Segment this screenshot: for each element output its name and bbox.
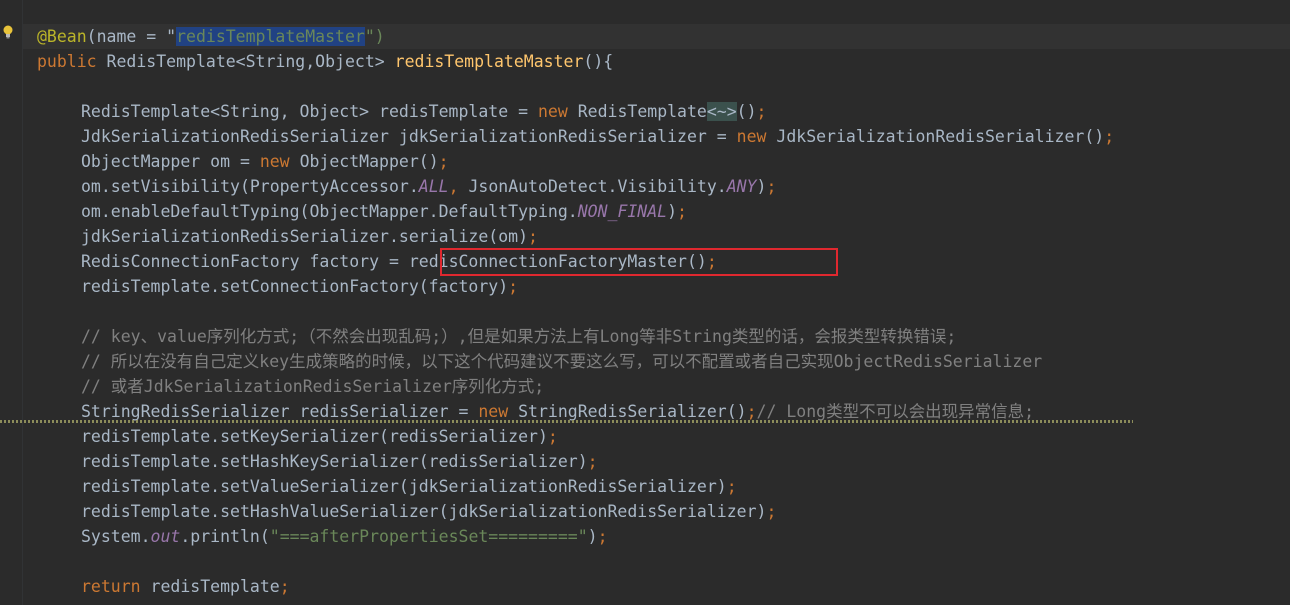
static-field-token: out [150, 527, 181, 546]
semicolon-token: ; [279, 577, 290, 596]
code-token: .println( [180, 527, 270, 546]
annotation-token: @Bean [37, 27, 87, 46]
code-line-5[interactable]: JdkSerializationRedisSerializer jdkSeria… [81, 124, 1114, 149]
semicolon-token: ; [766, 502, 777, 521]
comment-line-14[interactable]: // 所以在没有自己定义key生成策略的时候，以下这个代码建议不要这么写，可以不… [81, 349, 1042, 374]
code-token: ) [667, 202, 678, 221]
keyword-token: new [736, 127, 777, 146]
keyword-token: new [537, 102, 578, 121]
semicolon-token: ; [677, 202, 687, 221]
code-token: StringRedisSerializer redisSerializer = [81, 402, 479, 421]
code-token: JdkSerializationRedisSerializer jdkSeria… [81, 127, 737, 146]
semicolon-token: ; [746, 402, 757, 421]
code-token: StringRedisSerializer() [518, 402, 747, 421]
code-token: redisTemplate.setValueSerializer(jdkSeri… [81, 477, 727, 496]
semicolon-token: ; [1104, 127, 1115, 146]
warning-underline [0, 420, 1133, 423]
semicolon-token: ; [766, 177, 777, 196]
code-line-11[interactable]: redisTemplate.setConnectionFactory(facto… [81, 274, 518, 299]
code-line-20[interactable]: redisTemplate.setHashValueSerializer(jdk… [81, 499, 776, 524]
code-line-1[interactable]: @Bean(name = "redisTemplateMaster") [37, 24, 385, 49]
lightbulb-icon[interactable] [2, 25, 14, 39]
code-line-19[interactable]: redisTemplate.setValueSerializer(jdkSeri… [81, 474, 737, 499]
keyword-token: new [259, 152, 300, 171]
code-line-6[interactable]: ObjectMapper om = new ObjectMapper(); [81, 149, 449, 174]
code-token: redisTemplate.setConnectionFactory(facto… [81, 277, 509, 296]
code-editor[interactable]: @Bean(name = "redisTemplateMaster") publ… [0, 0, 1290, 605]
comma-token: , [448, 177, 469, 196]
semicolon-token: ; [597, 527, 608, 546]
keyword-token: new [478, 402, 519, 421]
method-name-token: redisTemplateMaster [394, 52, 584, 71]
inline-comment-token: // Long类型不可以会出现异常信息; [756, 402, 1035, 421]
code-line-18[interactable]: redisTemplate.setHashKeySerializer(redis… [81, 449, 598, 474]
code-token: (){ [583, 52, 614, 71]
code-line-7[interactable]: om.setVisibility(PropertyAccessor.ALL, J… [81, 174, 776, 199]
code-token: System. [81, 527, 151, 546]
code-token: redisTemplate [150, 577, 280, 596]
semicolon-token: ; [528, 227, 538, 246]
code-line-9[interactable]: jdkSerializationRedisSerializer.serializ… [81, 224, 538, 249]
string-token: "===afterPropertiesSet=========" [269, 527, 588, 546]
code-token: ) [756, 177, 767, 196]
code-line-17[interactable]: redisTemplate.setKeySerializer(redisSeri… [81, 424, 558, 449]
gutter-divider [22, 0, 23, 605]
static-field-token: NON_FINAL [577, 202, 668, 221]
semicolon-token: ; [547, 427, 558, 446]
code-line-8[interactable]: om.enableDefaultTyping(ObjectMapper.Defa… [81, 199, 687, 224]
code-token: redisTemplate.setHashKeySerializer(redis… [81, 452, 588, 471]
diamond-fold-hint[interactable]: <~> [706, 102, 737, 121]
code-token: RedisTemplate [577, 102, 707, 121]
code-line-4[interactable]: RedisTemplate<String, Object> redisTempl… [81, 99, 766, 124]
code-token: JsonAutoDetect.Visibility. [468, 177, 727, 196]
selected-string-token: redisTemplateMaster [176, 27, 365, 46]
semicolon-token: ; [508, 277, 519, 296]
code-token: ) [587, 527, 598, 546]
highlight-annotation-box [440, 248, 838, 276]
code-token: RedisConnectionFactory factory = [81, 252, 409, 271]
code-token: JdkSerializationRedisSerializer() [776, 127, 1105, 146]
code-token: om.setVisibility(PropertyAccessor. [81, 177, 419, 196]
code-token: redisTemplate.setHashValueSerializer(jdk… [81, 502, 767, 521]
code-line-21[interactable]: System.out.println("===afterPropertiesSe… [81, 524, 608, 549]
string-token: ") [364, 27, 385, 46]
editor-gutter [0, 0, 22, 605]
code-token: jdkSerializationRedisSerializer.serializ… [81, 227, 529, 246]
code-line-2[interactable]: public RedisTemplate<String,Object> redi… [37, 49, 613, 74]
comment-line-15[interactable]: // 或者JdkSerializationRedisSerializer序列化方… [81, 374, 544, 399]
keyword-token: return [81, 577, 151, 596]
static-field-token: ANY [726, 177, 757, 196]
semicolon-token: ; [438, 152, 449, 171]
code-token: RedisTemplate<String, Object> redisTempl… [81, 102, 538, 121]
code-token: ObjectMapper om = [81, 152, 260, 171]
semicolon-token: ; [756, 102, 767, 121]
semicolon-token: ; [726, 477, 737, 496]
code-token: () [736, 102, 757, 121]
code-line-23[interactable]: return redisTemplate; [81, 574, 290, 599]
code-token: om.enableDefaultTyping(ObjectMapper.Defa… [81, 202, 578, 221]
keyword-token: public [37, 52, 107, 71]
code-token: redisTemplate.setKeySerializer(redisSeri… [81, 427, 548, 446]
code-token: RedisTemplate<String,Object> [106, 52, 395, 71]
semicolon-token: ; [587, 452, 598, 471]
static-field-token: ALL [418, 177, 449, 196]
code-token: ObjectMapper() [299, 152, 439, 171]
code-token: (name = " [86, 27, 177, 46]
comment-line-13[interactable]: // key、value序列化方式;（不然会出现乱码;）,但是如果方法上有Lon… [81, 324, 956, 349]
